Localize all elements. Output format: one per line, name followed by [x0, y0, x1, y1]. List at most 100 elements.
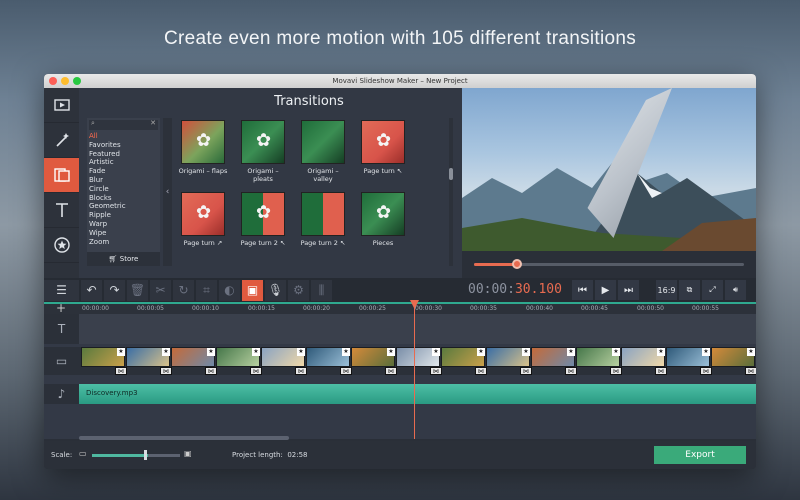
- transition-item[interactable]: Page turn ↗: [177, 192, 229, 247]
- category-item-blocks[interactable]: Blocks: [87, 194, 160, 203]
- clip-star-icon[interactable]: ★: [522, 348, 530, 356]
- transition-marker-icon[interactable]: ⋈: [205, 367, 217, 375]
- transition-marker-icon[interactable]: ⋈: [250, 367, 262, 375]
- clip-star-icon[interactable]: ★: [657, 348, 665, 356]
- transition-marker-icon[interactable]: ⋈: [565, 367, 577, 375]
- transition-item[interactable]: Pieces: [357, 192, 409, 247]
- record-audio-button[interactable]: 🎙︎: [265, 279, 286, 301]
- category-item-all[interactable]: All: [87, 132, 160, 141]
- rail-stickers-button[interactable]: [44, 228, 79, 263]
- detach-preview-button[interactable]: ⧉: [679, 280, 700, 300]
- rail-transitions-button[interactable]: [44, 158, 79, 193]
- store-button[interactable]: 🛒︎ Store: [87, 252, 160, 266]
- category-search-input[interactable]: ⌕ ✕: [89, 119, 158, 130]
- skip-forward-button[interactable]: ⏭: [618, 280, 639, 300]
- aspect-ratio-button[interactable]: 16:9: [656, 280, 677, 300]
- clip-star-icon[interactable]: ★: [612, 348, 620, 356]
- clip-star-icon[interactable]: ★: [342, 348, 350, 356]
- image-button[interactable]: ▣: [242, 279, 263, 301]
- clip-star-icon[interactable]: ★: [252, 348, 260, 356]
- crop-button[interactable]: ⌗: [196, 279, 217, 301]
- transition-marker-icon[interactable]: ⋈: [475, 367, 487, 375]
- fullscreen-button[interactable]: ⤢: [702, 280, 723, 300]
- audio-clip[interactable]: Discovery.mp3: [79, 384, 756, 404]
- delete-button[interactable]: 🗑︎: [127, 279, 148, 301]
- equalizer-button[interactable]: ⫼: [311, 279, 332, 301]
- transitions-scrollbar[interactable]: [449, 118, 453, 266]
- volume-button[interactable]: 🔊︎: [725, 280, 746, 300]
- category-item-geometric[interactable]: Geometric: [87, 202, 160, 211]
- transition-marker-icon[interactable]: ⋈: [385, 367, 397, 375]
- category-item-warp[interactable]: Warp: [87, 220, 160, 229]
- category-item-wipe[interactable]: Wipe: [87, 229, 160, 238]
- category-item-favorites[interactable]: Favorites: [87, 141, 160, 150]
- window-title: Movavi Slideshow Maker – New Project: [332, 77, 468, 85]
- export-button[interactable]: Export: [654, 446, 746, 464]
- scale-slider-fill[interactable]: [92, 454, 148, 457]
- collapse-categories-button[interactable]: ‹: [163, 118, 172, 266]
- clip-star-icon[interactable]: ★: [207, 348, 215, 356]
- scale-slider-track[interactable]: [148, 454, 180, 457]
- rail-filters-button[interactable]: [44, 123, 79, 158]
- transition-item[interactable]: Origami – valley: [297, 120, 349, 183]
- add-track-icon[interactable]: +: [56, 301, 66, 315]
- minimize-window-button[interactable]: [61, 77, 69, 85]
- category-item-artistic[interactable]: Artistic: [87, 158, 160, 167]
- rotate-button[interactable]: ↻: [173, 279, 194, 301]
- video-track[interactable]: ★ ⋈ ★ ⋈ ★ ⋈ ★ ⋈ ★ ⋈ ★ ⋈ ★ ⋈ ★ ⋈ ★ ⋈ ★ ⋈ ★ ⋈ ★ ⋈ ★ ⋈ ★ ⋈ ★ ⋈: [79, 347, 756, 375]
- transition-item[interactable]: Origami – pleats: [237, 120, 289, 183]
- clip-star-icon[interactable]: ★: [117, 348, 125, 356]
- rail-media-button[interactable]: [44, 88, 79, 123]
- category-item-zoom[interactable]: Zoom: [87, 238, 160, 247]
- play-icon: ▶: [601, 284, 610, 296]
- transition-item[interactable]: Page turn 2 ↖: [297, 192, 349, 247]
- zoom-out-icon[interactable]: ▭: [79, 449, 87, 458]
- playhead-line[interactable]: [414, 300, 415, 439]
- title-track[interactable]: [79, 314, 756, 344]
- play-button[interactable]: ▶: [595, 280, 616, 300]
- undo-button[interactable]: ↶: [81, 279, 102, 301]
- rail-titles-button[interactable]: [44, 193, 79, 228]
- clip-star-icon[interactable]: ★: [297, 348, 305, 356]
- transition-marker-icon[interactable]: ⋈: [160, 367, 172, 375]
- timeline-ruler[interactable]: + 00:00:00 00:00:05 00:00:10 00:00:15 00…: [44, 301, 756, 315]
- redo-button[interactable]: ↷: [104, 279, 125, 301]
- cut-button[interactable]: ✂: [150, 279, 171, 301]
- menu-button[interactable]: ☰: [44, 279, 79, 301]
- transition-item[interactable]: Page turn 2 ↖: [237, 192, 289, 247]
- category-item-fade[interactable]: Fade: [87, 167, 160, 176]
- clip-star-icon[interactable]: ★: [387, 348, 395, 356]
- clip-star-icon[interactable]: ★: [162, 348, 170, 356]
- color-adjust-button[interactable]: ◐: [219, 279, 240, 301]
- transition-marker-icon[interactable]: ⋈: [700, 367, 712, 375]
- scale-slider-handle[interactable]: [144, 450, 147, 460]
- transition-item[interactable]: Page turn ↖: [357, 120, 409, 175]
- transition-marker-icon[interactable]: ⋈: [610, 367, 622, 375]
- transition-item[interactable]: Origami – flaps: [177, 120, 229, 175]
- transition-marker-icon[interactable]: ⋈: [115, 367, 127, 375]
- transition-marker-icon[interactable]: ⋈: [655, 367, 667, 375]
- clip-star-icon[interactable]: ★: [567, 348, 575, 356]
- clip-star-icon[interactable]: ★: [747, 348, 755, 356]
- zoom-in-icon[interactable]: ▣: [184, 449, 192, 458]
- category-item-blur[interactable]: Blur: [87, 176, 160, 185]
- settings-button[interactable]: ⚙: [288, 279, 309, 301]
- transition-marker-icon[interactable]: ⋈: [295, 367, 307, 375]
- transition-marker-icon[interactable]: ⋈: [340, 367, 352, 375]
- close-window-button[interactable]: [49, 77, 57, 85]
- timeline-scrollbar[interactable]: [79, 436, 289, 440]
- transition-marker-icon[interactable]: ⋈: [745, 367, 756, 375]
- zoom-window-button[interactable]: [73, 77, 81, 85]
- scrollbar-thumb[interactable]: [449, 168, 453, 180]
- category-item-featured[interactable]: Featured: [87, 150, 160, 159]
- transition-marker-icon[interactable]: ⋈: [430, 367, 442, 375]
- clip-star-icon[interactable]: ★: [702, 348, 710, 356]
- category-item-ripple[interactable]: Ripple: [87, 211, 160, 220]
- transition-marker-icon[interactable]: ⋈: [520, 367, 532, 375]
- clear-search-icon[interactable]: ✕: [150, 119, 156, 127]
- category-item-circle[interactable]: Circle: [87, 185, 160, 194]
- clip-star-icon[interactable]: ★: [477, 348, 485, 356]
- clip-star-icon[interactable]: ★: [432, 348, 440, 356]
- skip-back-button[interactable]: ⏮: [572, 280, 593, 300]
- playback-handle[interactable]: [512, 259, 523, 269]
